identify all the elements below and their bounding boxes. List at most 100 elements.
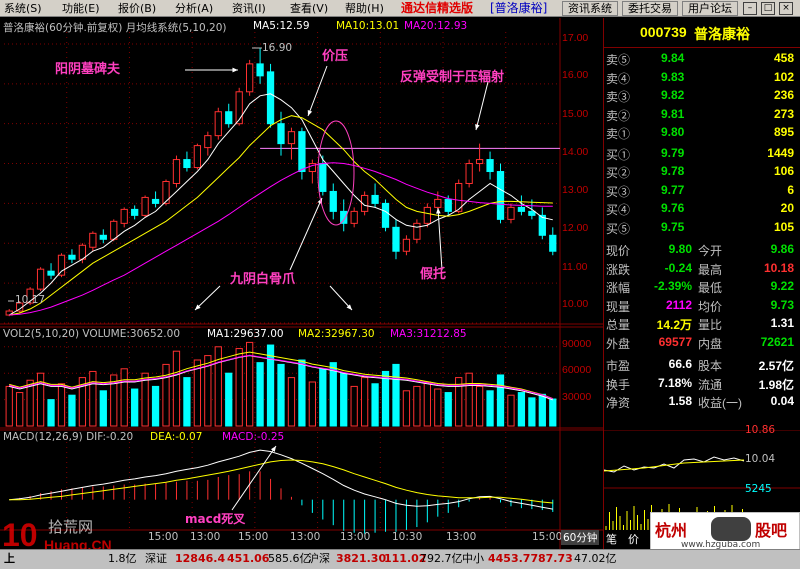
menu-info[interactable]: 资讯(I) [232, 1, 266, 16]
candle-body [151, 198, 160, 204]
arrow-macd-cross-head [270, 446, 276, 452]
candle-body [225, 111, 233, 125]
minimize-button[interactable]: – [743, 2, 757, 15]
candle-body [496, 171, 505, 220]
app-title: 通达信精选版 [401, 1, 474, 15]
volume-bar [496, 374, 505, 427]
tab-ticks[interactable]: 笔 [606, 531, 617, 547]
volume-bar [141, 372, 149, 427]
ask-volume: 895 [773, 125, 794, 139]
arrow-false-support [437, 207, 443, 271]
candle-body [36, 268, 45, 290]
annotation-macd-cross: macd死叉 [185, 512, 246, 526]
ask-row: 卖⑤ 9.84 458 [606, 50, 800, 68]
menu-system[interactable]: 系统(S) [4, 1, 42, 16]
stat-value: 9.86 [770, 242, 794, 256]
candle-body [434, 198, 442, 208]
trade-button[interactable]: 委托交易 [622, 1, 678, 16]
volume-bar [193, 359, 202, 427]
price-tick: 14.00 [562, 146, 589, 158]
volume-bar [413, 385, 421, 427]
candle-body [193, 145, 202, 169]
maximize-button[interactable]: □ [761, 2, 775, 15]
volume-bar [89, 370, 97, 427]
stat-row: 现量 2112 均价 9.73 [606, 297, 800, 315]
candle-body [475, 159, 484, 165]
status-sz-change: 451.06 [227, 552, 270, 565]
stat-value: 14.2万 [656, 318, 692, 332]
annotation-tombstone: 阳阴墓碑夫 [55, 62, 121, 77]
fund-value: 0.04 [770, 394, 794, 408]
kline-chart[interactable] [0, 18, 603, 549]
tab-price[interactable]: 价 [628, 531, 639, 547]
volume-bar [120, 368, 128, 427]
volume-bar [57, 383, 66, 427]
logo-right-text2: 股吧 [755, 521, 788, 540]
mini-mid: 10.04 [745, 453, 776, 465]
bid-label: 买② [606, 166, 631, 180]
annotation-nine-yin: 九阴白骨爪 [230, 272, 296, 287]
candle-body [392, 226, 400, 252]
candle-body [444, 198, 452, 212]
bid-price: 9.77 [661, 182, 685, 197]
ask-label: 卖② [606, 108, 631, 123]
bid-row: 买① 9.79 1449 [606, 145, 800, 163]
candle-body [183, 159, 191, 169]
period-button[interactable]: 60分钟 [561, 530, 600, 545]
candle-body [141, 196, 149, 216]
ask-label: 卖⑤ [606, 53, 631, 67]
volume-bar [329, 362, 337, 427]
bid-row: 买③ 9.77 6 [606, 182, 800, 200]
volume-bar [16, 392, 24, 427]
candle-body [507, 206, 515, 220]
stat-value: 1.31 [770, 316, 794, 330]
menu-help[interactable]: 帮助(H) [345, 1, 384, 16]
candle-body [402, 238, 411, 252]
bid-volume: 105 [773, 219, 794, 234]
time-tick: 13:00 [446, 531, 477, 543]
bid-label: 买① [606, 147, 631, 162]
close-button[interactable]: × [779, 2, 793, 15]
price-tick: 15.00 [562, 108, 589, 120]
ma20-label: MA20:12.93 [404, 20, 468, 32]
annotation-price-pressure: 价压 [322, 49, 349, 64]
stat-label: 今开 [698, 244, 723, 258]
volume-bar [131, 388, 139, 427]
stat-label: 量比 [698, 318, 723, 332]
stat-value: -2.39% [653, 279, 692, 293]
candle-body [214, 111, 222, 137]
price-tick: 12.00 [562, 222, 589, 234]
stat-row: 现价 9.80 今开 9.86 [606, 241, 800, 259]
bid-label: 买④ [606, 203, 631, 217]
status-sh: 上 [4, 552, 15, 565]
menu-quote[interactable]: 报价(B) [118, 1, 156, 16]
menu-analysis[interactable]: 分析(A) [175, 1, 213, 16]
volume-bar [235, 348, 243, 427]
fund-label: 流通 [698, 377, 723, 392]
stat-label: 涨幅 [606, 281, 631, 295]
bid-label: 买⑤ [606, 221, 631, 236]
candle-body [172, 159, 181, 184]
candle-body [371, 194, 379, 204]
candle-body [287, 131, 296, 145]
ask-price: 9.83 [661, 69, 685, 84]
menu-view[interactable]: 查看(V) [290, 1, 328, 16]
status-hs-label: 沪深 [308, 552, 330, 565]
stock-name: 普洛康裕 [694, 27, 750, 43]
menu-function[interactable]: 功能(E) [62, 1, 100, 16]
stat-row: 涨幅 -2.39% 最低 9.22 [606, 278, 800, 296]
menu-bar: 系统(S) 功能(E) 报价(B) 分析(A) 资讯(I) 查看(V) 帮助(H… [0, 0, 800, 17]
stat-row: 总量 14.2万 量比 1.31 [606, 315, 800, 333]
ask-row: 卖④ 9.83 102 [606, 69, 800, 87]
stat-value: 72621 [760, 334, 794, 349]
low-mark: 10.17 [15, 294, 46, 306]
price-tick: 13.00 [562, 184, 589, 196]
bid-price: 9.76 [661, 201, 685, 215]
candle-body [423, 206, 431, 224]
candle-body [413, 222, 421, 240]
info-system-button[interactable]: 资讯系统 [562, 1, 618, 16]
time-tick: 13:00 [340, 531, 371, 543]
status-sz-amount: 585.6亿 [268, 552, 311, 565]
bid-price: 9.78 [661, 164, 685, 178]
forum-button[interactable]: 用户论坛 [682, 1, 738, 16]
